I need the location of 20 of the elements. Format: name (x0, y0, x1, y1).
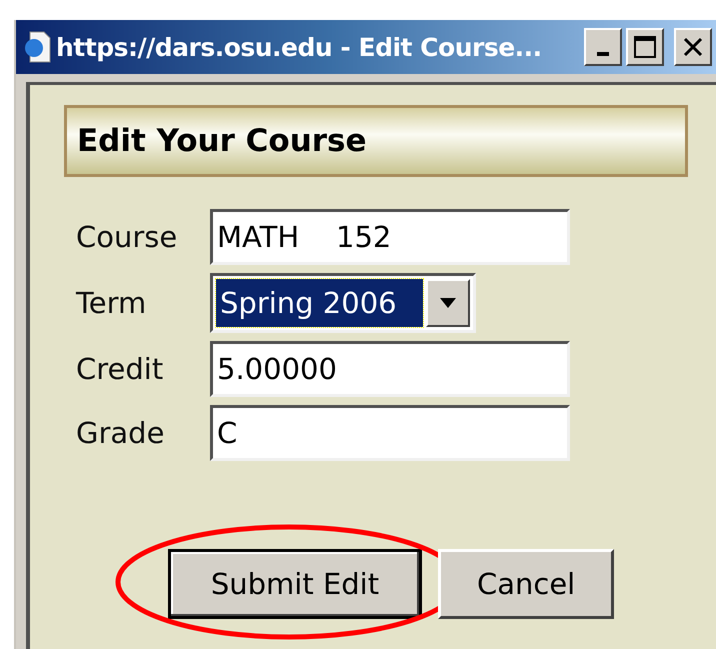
term-dropdown[interactable]: Spring 2006 (210, 273, 476, 333)
window-title: https://dars.osu.edu - Edit Course... (56, 32, 543, 62)
section-header: Edit Your Course (64, 105, 688, 177)
cancel-button[interactable]: Cancel (438, 549, 614, 619)
browser-icon (25, 32, 50, 62)
input-field[interactable]: 5.00000 (210, 341, 570, 397)
close-button[interactable] (674, 28, 712, 66)
maximize-button[interactable] (626, 28, 664, 66)
field-label: Credit (75, 352, 164, 386)
caret-icon (440, 298, 456, 308)
maximize-icon (633, 35, 657, 59)
field-label: Course (75, 220, 178, 254)
minimize-icon (597, 52, 609, 56)
field-label: Grade (75, 416, 166, 450)
input-field[interactable]: MATH 152 (210, 209, 570, 265)
close-icon (682, 36, 704, 58)
minimize-button[interactable] (584, 28, 622, 66)
field-label: Term (74, 286, 148, 320)
input-field[interactable]: C (210, 405, 570, 461)
submit-button[interactable]: Submit Edit (168, 549, 422, 619)
